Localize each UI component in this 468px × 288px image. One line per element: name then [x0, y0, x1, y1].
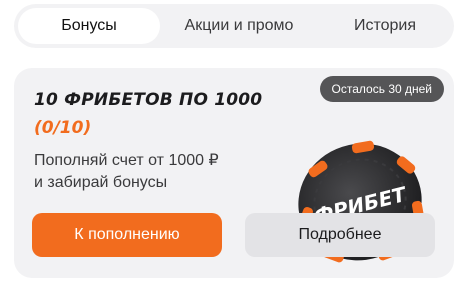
promo-description: Пополняй счет от 1000 ₽ и забирай бонусы	[34, 150, 274, 194]
promo-progress: (0/10)	[34, 118, 92, 138]
top-up-button[interactable]: К пополнению	[32, 213, 222, 257]
tab-history[interactable]: История	[320, 8, 450, 44]
promo-title: 10 ФРИБЕТОВ ПО 1000	[34, 90, 263, 110]
days-left-badge: Осталось 30 дней	[319, 76, 444, 102]
promo-card: Осталось 30 дней 10 ФРИБЕТОВ ПО 1000 (0/…	[14, 68, 454, 278]
tab-bonuses[interactable]: Бонусы	[18, 8, 160, 44]
promo-description-line-1: Пополняй счет от 1000 ₽	[34, 152, 219, 169]
promo-description-line-2: и забирай бонусы	[34, 174, 168, 191]
details-button[interactable]: Подробнее	[245, 213, 435, 257]
tab-bar: Бонусы Акции и промо История	[14, 4, 454, 48]
tab-promotions[interactable]: Акции и промо	[164, 8, 314, 44]
